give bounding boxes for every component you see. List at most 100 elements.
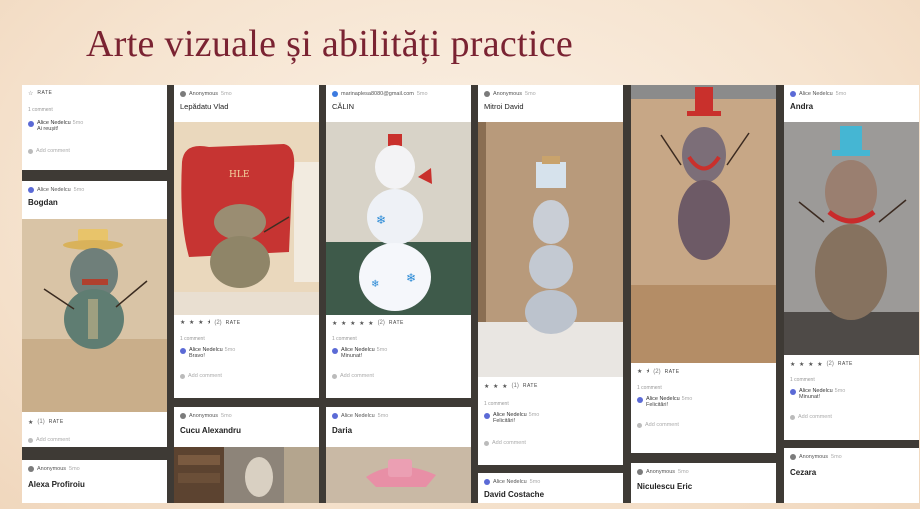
rating-stars[interactable]: ★ ★ ★ ★ (790, 361, 824, 368)
post-author: Alice Nedelcu (341, 412, 375, 419)
rating-stars[interactable]: ★ ★ ★ ⯨ (180, 318, 211, 328)
post-photo[interactable]: ❄ ❄ ❄ (326, 122, 471, 315)
comment-count: 1 comment (790, 377, 815, 383)
add-comment[interactable]: Add comment (784, 412, 919, 422)
post-author: Alice Nedelcu (37, 186, 71, 193)
post-card[interactable]: Anonymous5mo Lepădatu Vlad HLE ★ ★ ★ ⯨ (174, 85, 319, 398)
post-time: 5mo (377, 412, 389, 419)
rating-count: (2) (214, 320, 222, 326)
add-comment[interactable]: Add comment (22, 435, 167, 445)
rate-button[interactable]: RATE (226, 320, 241, 326)
add-comment[interactable]: Add comment (22, 146, 167, 156)
comment-text: Minunat! (341, 353, 363, 359)
comment-time: 5mo (224, 347, 236, 353)
comment-time: 5mo (528, 412, 540, 418)
post-card[interactable]: ☆ RATE 1 comment Alice Nedelcu 5mo Ai reu… (22, 85, 167, 170)
svg-text:❄: ❄ (371, 279, 379, 290)
post-time: 5mo (69, 465, 80, 472)
rate-button[interactable]: RATE (523, 383, 538, 389)
add-comment-label: Add comment (36, 148, 70, 154)
post-photo[interactable] (22, 219, 167, 412)
svg-text:❄: ❄ (406, 271, 416, 285)
post-card[interactable]: marinaplesa8080@gmail.com 5mo CĂLIN ❄ ❄ ❄ (326, 85, 471, 398)
rating-count: (2) (653, 369, 661, 375)
avatar-icon (28, 186, 34, 193)
post-card[interactable]: Anonymous 5mo Cezara (784, 448, 919, 503)
add-comment[interactable]: Add comment (174, 371, 319, 381)
post-time: 5mo (221, 412, 232, 419)
comment-text: Ai reușit! (37, 126, 59, 132)
add-comment-label: Add comment (492, 440, 526, 446)
user-icon (332, 373, 337, 379)
comment-time: 5mo (376, 347, 388, 353)
post-card[interactable]: ★ ⯨ (2) RATE 1 comment Alice Nedelcu 5mo … (631, 363, 776, 453)
rate-button[interactable]: RATE (389, 320, 404, 326)
add-comment-label: Add comment (340, 373, 374, 379)
comment-text: Bravo! (189, 353, 205, 359)
comment-count: 1 comment (484, 401, 509, 407)
avatar-icon (180, 348, 186, 354)
post-author: Anonymous (799, 453, 829, 460)
post-time: 5mo (73, 186, 85, 193)
post-time: 5mo (678, 468, 689, 475)
post-title: Niculescu Eric (637, 482, 693, 491)
add-comment-label: Add comment (36, 437, 70, 443)
rate-button[interactable]: RATE (838, 361, 853, 367)
post-title: Cezara (790, 468, 817, 477)
post-author: Alice Nedelcu (799, 90, 833, 97)
anonymous-icon (28, 465, 34, 472)
post-time: 5mo (525, 90, 536, 97)
post-photo[interactable] (784, 122, 919, 355)
post-card[interactable]: Anonymous 5mo Mitroi David ★ ★ ★ (1) RAT… (478, 85, 623, 465)
anonymous-icon (637, 468, 643, 475)
comment-count: 1 comment (637, 385, 662, 391)
rate-button[interactable]: RATE (37, 90, 52, 96)
rating-count: (2) (377, 320, 385, 326)
post-time: 5mo (835, 90, 847, 97)
post-photo[interactable] (631, 85, 776, 363)
add-comment[interactable]: Add comment (326, 371, 471, 381)
user-icon (28, 437, 33, 443)
post-card[interactable]: Anonymous 5mo Alexa Profiroiu (22, 460, 167, 503)
post-photo[interactable] (174, 447, 319, 503)
post-card[interactable]: Alice Nedelcu 5mo Daria (326, 407, 471, 503)
post-title: Andra (790, 102, 814, 111)
rating-stars[interactable]: ★ (28, 419, 34, 426)
add-comment[interactable]: Add comment (478, 438, 623, 448)
post-photo[interactable]: HLE (174, 122, 319, 315)
rate-button[interactable]: RATE (665, 369, 680, 375)
post-card[interactable]: Alice Nedelcu 5mo Bogdan ★ (1) RATE Add … (22, 181, 167, 447)
rating-stars[interactable]: ★ ★ ★ ★ ★ (332, 320, 375, 327)
add-comment-label: Add comment (645, 422, 679, 428)
comment: Alice Nedelcu 5mo Bravo! (174, 347, 319, 359)
post-author: Anonymous (37, 465, 67, 472)
post-card[interactable]: Alice Nedelcu 5mo Andra ★ ★ ★ ★ (2) RATE… (784, 85, 919, 440)
user-icon (637, 422, 642, 428)
comment-text: Felicitări! (493, 418, 516, 424)
add-comment[interactable]: Add comment (631, 420, 776, 430)
svg-text:HLE: HLE (229, 170, 249, 180)
user-icon (790, 414, 795, 420)
post-photo[interactable] (326, 447, 471, 503)
comment-text: Minunat! (799, 394, 821, 400)
rate-button[interactable]: RATE (49, 419, 64, 425)
post-author: Anonymous (189, 90, 219, 97)
avatar-icon (332, 348, 338, 354)
avatar-icon (637, 397, 643, 403)
post-photo[interactable] (478, 122, 623, 377)
comment: Alice Nedelcu 5mo Felicitări! (631, 396, 776, 408)
column-6: Alice Nedelcu 5mo Andra ★ ★ ★ ★ (2) RATE… (784, 85, 919, 503)
rating-stars[interactable]: ★ ★ ★ (484, 383, 508, 390)
column-5: ★ ⯨ (2) RATE 1 comment Alice Nedelcu 5mo … (631, 85, 776, 503)
comment: Alice Nedelcu 5mo Minunat! (326, 347, 471, 359)
post-time: 5mo (221, 90, 232, 97)
rating-stars[interactable]: ★ ⯨ (637, 367, 650, 377)
user-icon (484, 440, 489, 446)
post-time: 5mo (831, 453, 842, 460)
post-card[interactable]: Anonymous 5mo Niculescu Eric (631, 463, 776, 503)
star-outline-icon[interactable]: ☆ (28, 90, 33, 97)
post-card[interactable]: Alice Nedelcu 5mo David Costache (478, 473, 623, 503)
post-title: CĂLIN (332, 102, 355, 111)
post-card[interactable]: Anonymous 5mo Cucu Alexandru (174, 407, 319, 503)
avatar-icon (332, 412, 338, 419)
